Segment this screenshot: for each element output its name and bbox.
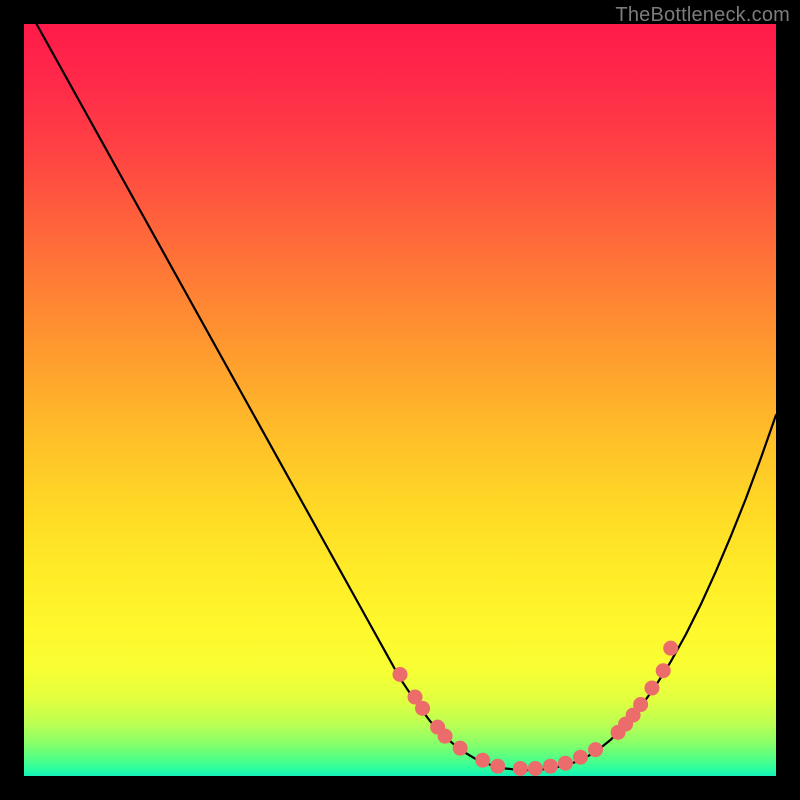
scatter-point xyxy=(558,756,573,771)
scatter-point xyxy=(588,742,603,757)
scatter-point xyxy=(543,759,558,774)
scatter-point xyxy=(528,761,543,776)
scatter-point xyxy=(656,663,671,678)
scatter-point xyxy=(453,741,468,756)
scatter-point xyxy=(415,701,430,716)
chart-area xyxy=(24,24,776,776)
scatter-point xyxy=(393,667,408,682)
chart-svg xyxy=(24,24,776,776)
scatter-point xyxy=(663,641,678,656)
scatter-point xyxy=(573,750,588,765)
scatter-point xyxy=(633,697,648,712)
scatter-point xyxy=(644,681,659,696)
scatter-point xyxy=(490,759,505,774)
scatter-point xyxy=(475,753,490,768)
scatter-point xyxy=(513,761,528,776)
chart-background xyxy=(24,24,776,776)
scatter-point xyxy=(438,729,453,744)
